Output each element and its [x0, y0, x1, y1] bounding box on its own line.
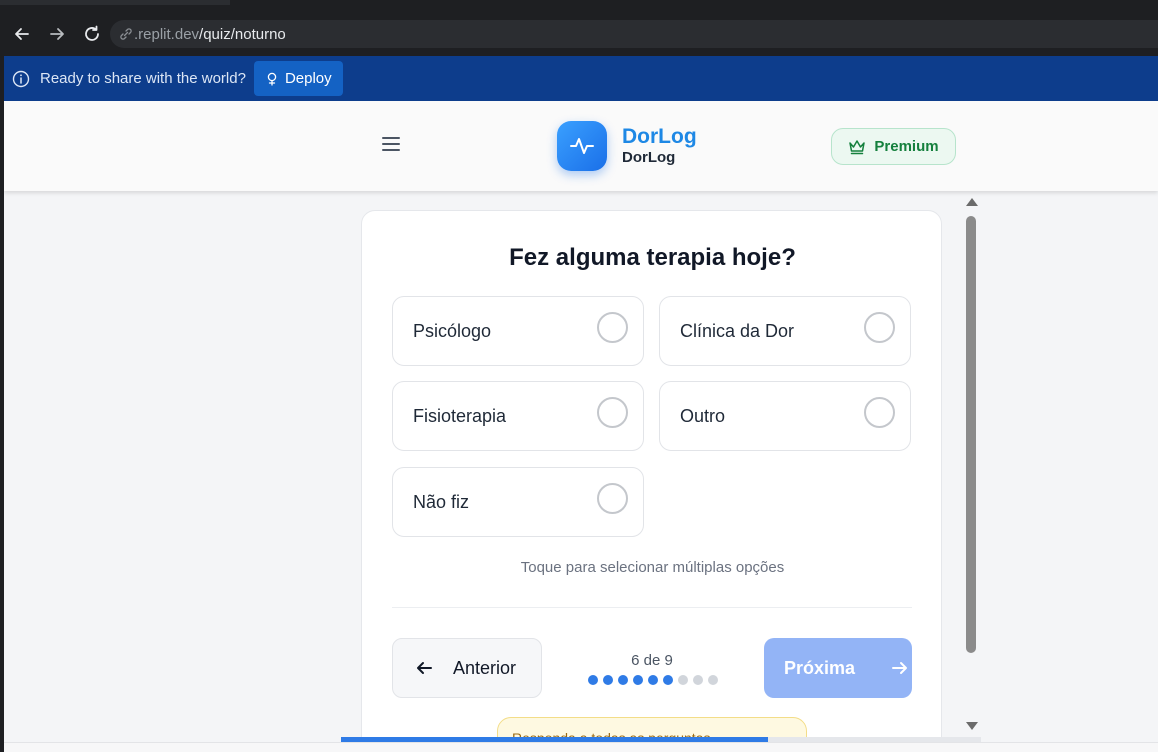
option-clinica-da-dor[interactable]: Clínica da Dor [659, 296, 911, 366]
progress-dot [693, 675, 703, 685]
brand-title: DorLog [622, 125, 697, 148]
progress-dot [588, 675, 598, 685]
radio-circle[interactable] [597, 312, 628, 343]
progress-dot [678, 675, 688, 685]
deploy-icon [267, 72, 277, 86]
option-outro[interactable]: Outro [659, 381, 911, 451]
info-icon [12, 70, 30, 87]
progress-text: 6 de 9 [631, 652, 673, 669]
next-button[interactable]: Próxima [764, 638, 912, 698]
progress-dot [648, 675, 658, 685]
forward-icon[interactable] [45, 22, 69, 46]
back-icon[interactable] [10, 22, 34, 46]
browser-tab-strip [0, 0, 1158, 12]
app-header: DorLog DorLog Premium [4, 101, 1158, 191]
deploy-label: Deploy [284, 70, 332, 87]
url-path: /quiz/noturno [199, 25, 286, 43]
link-icon [120, 28, 132, 40]
pulse-icon [570, 138, 594, 154]
option-label: Clínica da Dor [680, 321, 795, 341]
radio-circle[interactable] [864, 312, 895, 343]
scroll-up-arrow[interactable] [965, 195, 979, 207]
logo [557, 121, 607, 171]
previous-button[interactable]: Anterior [392, 638, 542, 698]
premium-label: Premium [874, 138, 939, 155]
browser-toolbar: .replit.dev/quiz/noturno [0, 12, 1158, 56]
progress-dot [708, 675, 718, 685]
option-label: Não fiz [413, 492, 470, 512]
bottom-bar [4, 742, 1158, 752]
scroll-down-arrow[interactable] [965, 719, 979, 731]
option-fisioterapia[interactable]: Fisioterapia [392, 381, 644, 451]
option-nao-fiz[interactable]: Não fiz [392, 467, 644, 537]
url-host: .replit.dev [134, 25, 200, 43]
reload-icon[interactable] [80, 22, 104, 46]
question-title: Fez alguma terapia hoje? [509, 244, 796, 271]
address-bar[interactable]: .replit.dev/quiz/noturno [110, 20, 1158, 48]
previous-label: Anterior [453, 657, 517, 678]
arrow-left-icon [417, 662, 432, 674]
radio-circle[interactable] [864, 397, 895, 428]
radio-circle[interactable] [597, 483, 628, 514]
crown-icon [849, 139, 866, 154]
progress-dot [603, 675, 613, 685]
radio-circle[interactable] [597, 397, 628, 428]
divider [392, 607, 912, 608]
progress-dot [663, 675, 673, 685]
arrow-right-icon [892, 662, 908, 674]
browser-tab[interactable] [0, 0, 230, 5]
option-label: Psicólogo [413, 321, 492, 341]
deploy-button[interactable]: Deploy [253, 61, 343, 96]
menu-icon[interactable] [382, 137, 400, 153]
scrollbar-thumb[interactable] [966, 216, 976, 653]
progress-dot [633, 675, 643, 685]
progress-dots [588, 675, 718, 685]
progress-dot [618, 675, 628, 685]
app-viewport: DorLog DorLog Premium Fez alguma terapia… [4, 101, 1158, 752]
option-label: Fisioterapia [413, 406, 507, 426]
banner-message: Ready to share with the world? [40, 70, 246, 87]
next-label: Próxima [784, 657, 856, 678]
brand-subtitle: DorLog [622, 149, 676, 166]
premium-button[interactable]: Premium [831, 128, 956, 165]
quiz-card: Fez alguma terapia hoje? Psicólogo Clíni… [361, 210, 942, 752]
selection-hint: Toque para selecionar múltiplas opções [520, 559, 785, 576]
option-label: Outro [680, 406, 726, 426]
option-psicologo[interactable]: Psicólogo [392, 296, 644, 366]
deploy-banner: Ready to share with the world? Deploy [4, 56, 1158, 101]
